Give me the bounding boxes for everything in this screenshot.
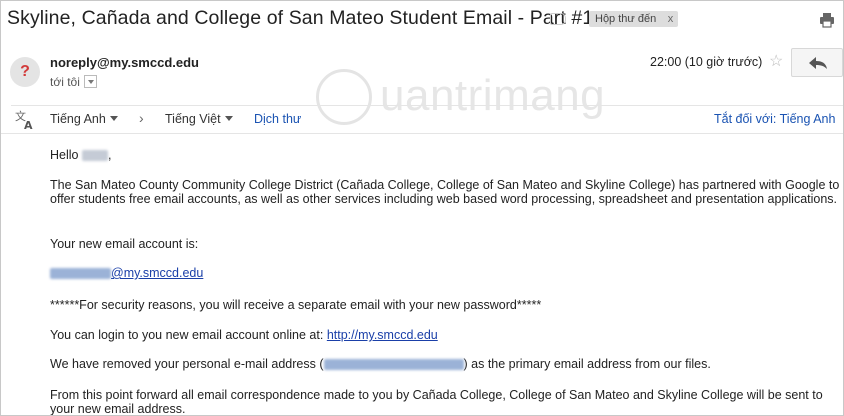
svg-text:A: A [24, 119, 33, 131]
removed-prefix: We have removed your personal e-mail add… [50, 357, 324, 371]
chevron-down-icon [224, 116, 233, 122]
redacted-personal-email [323, 359, 464, 371]
greeting: Hello [50, 148, 79, 162]
greeting-line: Hello , [50, 148, 112, 162]
redacted-username [50, 268, 111, 280]
sender-email[interactable]: noreply@my.smccd.edu [50, 55, 199, 70]
inbox-label-text: Hộp thư đến [595, 13, 657, 25]
translate-icon: 文 A [15, 109, 33, 131]
remove-label-button[interactable]: x [668, 11, 674, 27]
source-language-label: Tiếng Anh [50, 112, 106, 126]
received-time: 22:00 (10 giờ trước) [650, 55, 763, 69]
new-email-line: @my.smccd.edu [50, 266, 842, 280]
removed-suffix: ) as the primary email address from our … [463, 357, 711, 371]
unknown-sender-icon: ? [10, 57, 40, 87]
recipient-text: tới tôi [50, 75, 80, 89]
login-line: You can login to you new email account o… [50, 328, 842, 342]
reply-icon [809, 57, 827, 69]
security-note: ******For security reasons, you will rec… [50, 298, 542, 312]
print-icon[interactable] [819, 12, 835, 28]
email-view: Skyline, Cañada and College of San Mateo… [0, 0, 844, 416]
recipient-line: tới tôi [50, 75, 97, 89]
account-label: Your new email account is: [50, 237, 199, 251]
removed-address-line: We have removed your personal e-mail add… [50, 357, 842, 371]
redacted-name [81, 150, 108, 162]
chevron-down-icon [109, 116, 118, 122]
details-dropdown-icon[interactable] [83, 75, 97, 89]
chevron-right-icon: › [139, 110, 144, 126]
turn-off-translation-link[interactable]: Tắt đối với: Tiếng Anh [714, 112, 835, 126]
email-subject: Skyline, Cañada and College of San Mateo… [7, 7, 594, 29]
star-icon[interactable]: ☆ [769, 51, 783, 71]
target-language-label: Tiếng Việt [165, 112, 221, 126]
forward-paragraph: From this point forward all email corres… [50, 388, 823, 416]
source-language-select[interactable]: Tiếng Anh [50, 112, 118, 126]
inbox-label-chip[interactable]: Hộp thư đến x [589, 11, 679, 27]
subject-row: Skyline, Cañada and College of San Mateo… [1, 1, 843, 41]
login-url-link[interactable]: http://my.smccd.edu [327, 328, 438, 342]
importance-marker-icon[interactable] [550, 13, 566, 25]
new-email-link[interactable]: @my.smccd.edu [50, 266, 203, 280]
translate-message-link[interactable]: Dịch thư [254, 112, 301, 126]
intro-paragraph: The San Mateo County Community College D… [50, 178, 840, 206]
target-language-select[interactable]: Tiếng Việt [165, 112, 233, 126]
reply-button[interactable] [791, 48, 843, 77]
login-text: You can login to you new email account o… [50, 328, 324, 342]
